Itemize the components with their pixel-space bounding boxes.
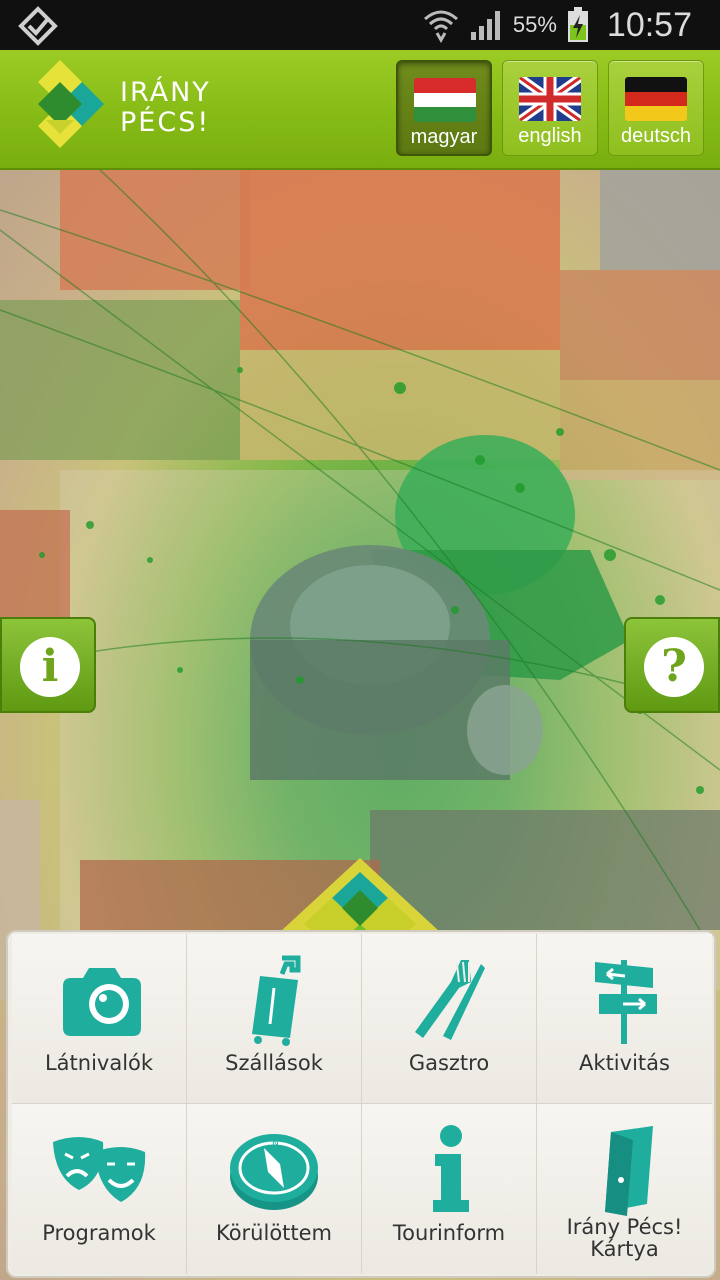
germany-flag-icon xyxy=(625,77,687,121)
info-icon: i xyxy=(20,637,80,697)
lang-label-deutsch: deutsch xyxy=(620,125,692,147)
lang-button-magyar[interactable]: magyar xyxy=(396,60,492,156)
theater-masks-icon xyxy=(53,1137,146,1202)
main-menu-panel: Látnivalók Szállások Gasztro Aktivitás P… xyxy=(6,930,716,1278)
uk-flag-icon xyxy=(519,77,581,121)
battery-percent: 55% xyxy=(512,12,557,37)
question-icon: ? xyxy=(644,637,704,697)
menu-item-tourinform[interactable]: Tourinform xyxy=(362,1104,537,1274)
menu-item-aktivitas[interactable]: Aktivitás xyxy=(537,934,712,1104)
lang-label-magyar: magyar xyxy=(410,126,478,148)
signpost-icon xyxy=(594,960,657,1044)
menu-label-irany-pecs-kartya: Irány Pécs! Kártya xyxy=(566,1215,683,1261)
status-bar: 55% 10:57 xyxy=(0,0,720,50)
menu-label-korulottem: Körülöttem xyxy=(215,1221,333,1245)
logo-line-1: IRÁNY xyxy=(120,77,211,108)
menu-label-tourinform: Tourinform xyxy=(392,1221,506,1245)
card-icon xyxy=(604,1126,653,1216)
menu-item-latnivalok[interactable]: Látnivalók xyxy=(12,934,187,1104)
notification-check-icon xyxy=(18,6,58,46)
luggage-icon xyxy=(252,955,301,1046)
menu-label-aktivitas: Aktivitás xyxy=(579,1051,670,1075)
menu-item-irany-pecs-kartya[interactable]: Irány Pécs! Kártya xyxy=(537,1104,712,1274)
menu-label-szallasok: Szállások xyxy=(225,1051,323,1075)
menu-item-gasztro[interactable]: Gasztro xyxy=(362,934,537,1104)
menu-item-szallasok[interactable]: Szállások xyxy=(187,934,362,1104)
menu-label-gasztro: Gasztro xyxy=(408,1051,490,1075)
compass-icon: N xyxy=(230,1134,318,1210)
menu-label-latnivalok: Látnivalók xyxy=(44,1051,154,1075)
lang-button-english[interactable]: english xyxy=(502,60,598,156)
fork-knife-icon xyxy=(415,960,485,1040)
svg-text:N: N xyxy=(272,1139,279,1149)
info-button[interactable]: i xyxy=(0,617,96,713)
lang-button-deutsch[interactable]: deutsch xyxy=(608,60,704,156)
info-icon xyxy=(433,1125,469,1212)
menu-item-korulottem[interactable]: N Körülöttem xyxy=(187,1104,362,1274)
logo-diamond-icon xyxy=(38,60,104,148)
hungary-flag-icon xyxy=(414,78,476,122)
menu-label-programok: Programok xyxy=(42,1221,156,1245)
wifi-icon xyxy=(423,10,458,43)
menu-item-programok[interactable]: Programok xyxy=(12,1104,187,1274)
lang-label-english: english xyxy=(518,125,582,147)
clock: 10:57 xyxy=(606,5,692,44)
help-button[interactable]: ? xyxy=(624,617,720,713)
battery-charging-icon xyxy=(567,7,588,42)
signal-icon xyxy=(470,11,500,40)
irany-pecs-logo: IRÁNY PÉCS! xyxy=(38,60,218,160)
logo-line-2: PÉCS! xyxy=(120,107,211,138)
camera-icon xyxy=(63,968,141,1036)
app-header: IRÁNY PÉCS! magyar english deutsch xyxy=(0,50,720,170)
